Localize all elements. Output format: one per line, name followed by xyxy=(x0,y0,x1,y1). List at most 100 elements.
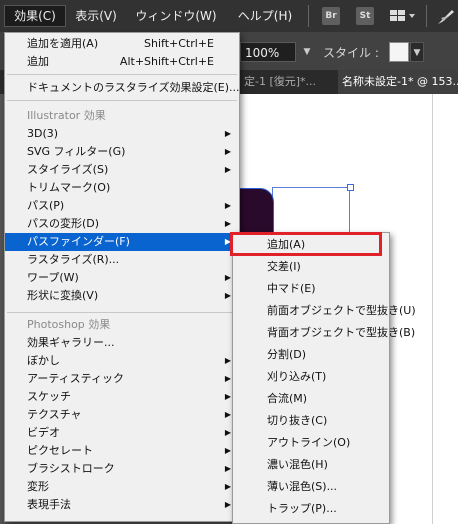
effects-menu: 追加を適用(A) Shift+Ctrl+E 追加 Alt+Shift+Ctrl+… xyxy=(4,32,240,522)
menu-item-illustrator-effect[interactable]: パスの変形(D) ▶ xyxy=(5,215,239,233)
menu-item-illustrator-effect[interactable]: スタイライズ(S) ▶ xyxy=(5,161,239,179)
menu-divider xyxy=(7,74,237,75)
menu-item-photoshop-effect[interactable]: スケッチ ▶ xyxy=(5,388,239,406)
submenu-arrow-icon: ▶ xyxy=(224,374,231,383)
menu-item-pathfinder[interactable]: 合流(M) xyxy=(233,388,389,410)
tab-document-2[interactable]: 名称未設定-1* @ 153... xyxy=(338,70,458,94)
submenu-arrow-icon: ▶ xyxy=(224,446,231,455)
menu-item-pathfinder[interactable]: 薄い混色(S)... xyxy=(233,476,389,498)
menu-item-pathfinder[interactable]: トラップ(P)... xyxy=(233,498,389,520)
submenu-arrow-icon: ▶ xyxy=(224,273,231,282)
tab-document-1[interactable]: 定-1 [復元]*... xyxy=(240,70,338,94)
chevron-down-icon[interactable]: ▼ xyxy=(300,42,314,62)
submenu-arrow-icon: ▶ xyxy=(224,428,231,437)
submenu-arrow-icon: ▶ xyxy=(224,291,231,300)
menu-item-illustrator-effect[interactable]: ラスタライズ(R)... xyxy=(5,251,239,269)
menu-item-apply-last-effect[interactable]: 追加を適用(A) Shift+Ctrl+E xyxy=(5,35,239,53)
menu-item-photoshop-effect[interactable]: ピクセレート ▶ xyxy=(5,442,239,460)
menu-item-pathfinder[interactable]: 分割(D) xyxy=(233,344,389,366)
menu-item-photoshop-effect[interactable]: 効果ギャラリー... xyxy=(5,334,239,352)
submenu-arrow-icon: ▶ xyxy=(224,129,231,138)
selection-handle[interactable] xyxy=(347,184,354,191)
feather-icon[interactable] xyxy=(436,8,456,26)
menu-item-label: スケッチ xyxy=(27,390,71,403)
menu-item-label: ぼかし xyxy=(27,354,60,367)
menu-item-pathfinder[interactable]: 切り抜き(C) xyxy=(233,410,389,432)
menu-item-illustrator-effect[interactable]: 3D(3) ▶ xyxy=(5,125,239,143)
menu-item-photoshop-effect[interactable]: ブラシストローク ▶ xyxy=(5,460,239,478)
menu-item-label: ビデオ xyxy=(27,426,60,439)
menu-item-pathfinder[interactable]: 前面オブジェクトで型抜き(U) xyxy=(233,300,416,322)
section-header-illustrator: Illustrator 効果 xyxy=(27,109,106,122)
menu-item-label: テクスチャ xyxy=(27,408,82,421)
menu-item-label: アーティスティック xyxy=(27,372,125,385)
menu-divider xyxy=(7,100,237,101)
arrange-documents-icon[interactable] xyxy=(390,8,416,24)
menu-window[interactable]: ウィンドウ(W) xyxy=(130,6,222,26)
menu-item-label: SVG フィルター(G) xyxy=(27,145,126,158)
menu-divider xyxy=(7,312,237,313)
submenu-arrow-icon: ▶ xyxy=(224,356,231,365)
menu-item-pathfinder[interactable]: 濃い混色(H) xyxy=(233,454,389,476)
menu-item-photoshop-effect[interactable]: 変形 ▶ xyxy=(5,478,239,496)
menu-item-pathfinder[interactable]: アウトライン(O) xyxy=(233,432,389,454)
menu-view[interactable]: 表示(V) xyxy=(70,6,122,26)
submenu-arrow-icon: ▶ xyxy=(224,500,231,509)
menu-item-label: 効果ギャラリー... xyxy=(27,336,115,349)
menu-item-label: パス(P) xyxy=(27,199,65,212)
menu-item-pathfinder[interactable]: 刈り込み(T) xyxy=(233,366,389,388)
menu-item-illustrator-effect[interactable]: ワープ(W) ▶ xyxy=(5,269,239,287)
selection-bounding-box[interactable] xyxy=(272,187,350,235)
menubar-divider xyxy=(426,5,427,27)
menu-help[interactable]: ヘルプ(H) xyxy=(230,6,300,26)
shortcut-label: Alt+Shift+Ctrl+E xyxy=(119,55,214,68)
menu-item-label: 3D(3) xyxy=(27,127,59,140)
style-label: スタイル : xyxy=(323,46,379,60)
menu-item-label: ワープ(W) xyxy=(27,271,79,284)
chevron-down-icon[interactable]: ▼ xyxy=(410,42,424,62)
submenu-arrow-icon: ▶ xyxy=(224,219,231,228)
pathfinder-submenu: 追加(A) 交差(I) 中マド(E) 前面オブジェクトで型抜き(U) 背面オブジェクトで… xyxy=(232,232,416,524)
menu-item-pathfinder[interactable]: 背面オブジェクトで型抜き(B) xyxy=(233,322,415,344)
menu-item-pathfinder[interactable]: 交差(I) xyxy=(233,256,389,278)
submenu-arrow-icon: ▶ xyxy=(224,482,231,491)
menu-item-label: 変形 xyxy=(27,480,49,493)
menu-item-last-effect[interactable]: 追加 Alt+Shift+Ctrl+E xyxy=(5,53,239,71)
shortcut-label: Shift+Ctrl+E xyxy=(144,37,214,50)
submenu-arrow-icon: ▶ xyxy=(224,410,231,419)
menu-item-photoshop-effect[interactable]: テクスチャ ▶ xyxy=(5,406,239,424)
menu-item-illustrator-effect[interactable]: SVG フィルター(G) ▶ xyxy=(5,143,239,161)
zoom-input[interactable]: 100% xyxy=(240,42,296,62)
menu-item-label: ピクセレート xyxy=(27,444,93,457)
menu-item-illustrator-effect[interactable]: トリムマーク(O) xyxy=(5,179,239,197)
menu-item-label: 表現手法 xyxy=(27,498,71,511)
menu-item-label: トリムマーク(O) xyxy=(27,181,111,194)
highlight-callout xyxy=(230,232,382,256)
menubar-divider xyxy=(308,5,309,27)
submenu-arrow-icon: ▶ xyxy=(224,392,231,401)
section-header-photoshop: Photoshop 効果 xyxy=(27,318,111,331)
artboard-edge xyxy=(432,94,433,524)
menu-item-photoshop-effect[interactable]: アーティスティック ▶ xyxy=(5,370,239,388)
stock-button[interactable]: St xyxy=(356,7,374,25)
menu-item-label: ブラシストローク xyxy=(27,462,115,475)
tab-label: 名称未設定-1* @ 153... xyxy=(342,75,458,88)
menu-item-photoshop-effect[interactable]: ビデオ ▶ xyxy=(5,424,239,442)
menu-item-illustrator-effect[interactable]: パスファインダー(F) ▶ xyxy=(5,233,239,251)
menu-item-label: 追加を適用(A) xyxy=(27,37,99,50)
menu-item-label: 追加 xyxy=(27,55,49,68)
menu-effect[interactable]: 効果(C) xyxy=(4,5,66,27)
menu-item-photoshop-effect[interactable]: 表現手法 ▶ xyxy=(5,496,239,514)
menu-item-label: ラスタライズ(R)... xyxy=(27,253,120,266)
graphic-style-swatch[interactable] xyxy=(389,42,409,62)
menu-item-photoshop-effect[interactable]: ぼかし ▶ xyxy=(5,352,239,370)
menu-item-label: パスファインダー(F) xyxy=(27,235,130,248)
bridge-button[interactable]: Br xyxy=(322,7,340,25)
tab-label: 定-1 [復元]*... xyxy=(244,75,317,88)
submenu-arrow-icon: ▶ xyxy=(224,147,231,156)
menu-item-illustrator-effect[interactable]: パス(P) ▶ xyxy=(5,197,239,215)
menu-item-label: スタイライズ(S) xyxy=(27,163,109,176)
menu-item-raster-settings[interactable]: ドキュメントのラスタライズ効果設定(E)... xyxy=(5,79,239,97)
menu-item-pathfinder[interactable]: 中マド(E) xyxy=(233,278,389,300)
menu-item-illustrator-effect[interactable]: 形状に変換(V) ▶ xyxy=(5,287,239,305)
